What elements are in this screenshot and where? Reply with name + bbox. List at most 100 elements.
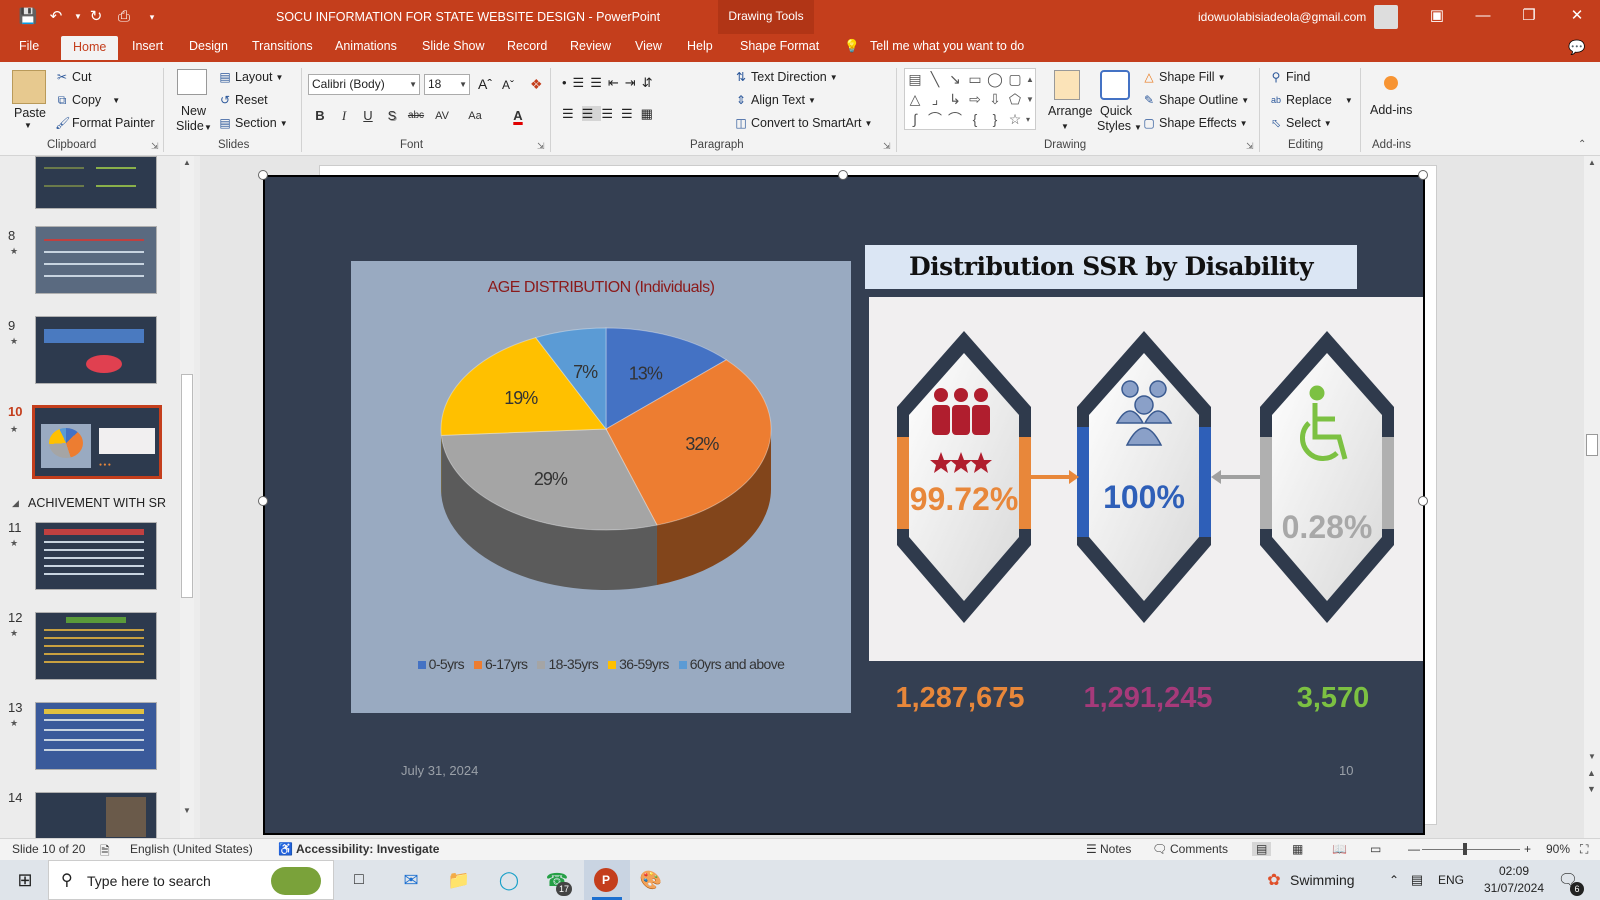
- slide-thumbnail-10-selected[interactable]: ● ● ●: [32, 405, 162, 479]
- accessibility-icon[interactable]: ♿: [278, 842, 293, 856]
- shapes-gallery[interactable]: ▤ ╲ ↘ ▭ ◯ ▢ △ ⌟ ↳ ⇨ ⇩ ⬠ ∫ ⌒ ⌒{} ☆: [904, 68, 1036, 130]
- normal-view-icon[interactable]: ▤: [1252, 842, 1272, 856]
- slide-thumbnail-9[interactable]: [35, 316, 157, 384]
- font-family-combo[interactable]: Calibri (Body) ▼: [308, 74, 420, 95]
- align-right-icon[interactable]: ☰: [601, 106, 621, 121]
- shapes-gallery-scroll[interactable]: ▲ ▼ ▾: [1026, 70, 1034, 130]
- columns-icon[interactable]: ▦: [641, 106, 661, 121]
- resize-handle-tl[interactable]: [258, 170, 268, 180]
- clock-date[interactable]: 31/07/2024: [1480, 881, 1548, 895]
- section-header[interactable]: ACHIVEMENT WITH SR: [28, 496, 166, 510]
- chart-area[interactable]: AGE DISTRIBUTION (Individuals) 13% 32% 29%…: [351, 261, 851, 713]
- slideshow-view-icon[interactable]: ▭: [1370, 842, 1381, 856]
- task-view-icon[interactable]: □: [346, 860, 372, 900]
- format-painter-button[interactable]: 🖌 Format Painter: [55, 113, 155, 133]
- new-slide-button-line2[interactable]: Slide: [176, 119, 204, 133]
- paste-icon[interactable]: [12, 70, 46, 104]
- comments-button[interactable]: Comments: [1170, 842, 1228, 856]
- align-left-icon[interactable]: ☰: [562, 106, 582, 121]
- bullets-icon[interactable]: •☰: [562, 75, 590, 90]
- bold-button[interactable]: B: [310, 106, 330, 126]
- clipboard-launcher-icon[interactable]: ⇲: [151, 141, 159, 152]
- right-brace-icon[interactable]: }: [985, 109, 1005, 129]
- ssr-panel[interactable]: 99.72% 100% 0.28%: [869, 297, 1423, 661]
- notes-button[interactable]: Notes: [1100, 842, 1131, 856]
- rectangle-shape-icon[interactable]: ▭: [965, 69, 985, 89]
- next-slide-icon[interactable]: ▼: [1587, 784, 1596, 794]
- redo-icon[interactable]: ↻: [86, 7, 106, 27]
- cut-button[interactable]: ✂ Cut: [55, 67, 91, 87]
- undo-icon[interactable]: ↶: [46, 7, 66, 27]
- shape-effects-button[interactable]: ▢ Shape Effects ▼: [1142, 113, 1247, 133]
- tab-help[interactable]: Help: [687, 39, 713, 53]
- oval-shape-icon[interactable]: ◯: [985, 69, 1005, 89]
- section-button[interactable]: ▤ Section ▼: [218, 113, 287, 133]
- resize-handle-ml[interactable]: [258, 496, 268, 506]
- underline-button[interactable]: U: [358, 106, 378, 126]
- right-arrow-shape-icon[interactable]: ⇨: [965, 89, 985, 109]
- select-button[interactable]: ⬁ Select ▼: [1269, 113, 1332, 133]
- scroll-up-icon[interactable]: ▲: [183, 158, 191, 167]
- shadow-button[interactable]: S: [382, 106, 402, 126]
- undo-dropdown-icon[interactable]: ▼: [68, 7, 88, 27]
- pie-chart[interactable]: 13% 32% 29% 19% 7%: [351, 261, 851, 713]
- thumbnail-scrollbar[interactable]: ▲ ▼: [180, 156, 194, 838]
- arrange-button[interactable]: Arrange: [1048, 104, 1092, 118]
- slide-sorter-icon[interactable]: ▦: [1292, 842, 1303, 856]
- editor-scroll-thumb[interactable]: [1586, 434, 1598, 456]
- change-case-button[interactable]: Aa: [462, 106, 488, 126]
- zoom-slider-thumb[interactable]: [1463, 843, 1467, 855]
- pentagon-shape-icon[interactable]: ⬠: [1005, 89, 1025, 109]
- drawing-launcher-icon[interactable]: ⇲: [1246, 141, 1254, 152]
- increase-indent-icon[interactable]: ⇥: [625, 75, 642, 90]
- previous-slide-icon[interactable]: ▲: [1587, 768, 1596, 778]
- notes-icon[interactable]: ☰: [1086, 842, 1097, 856]
- font-launcher-icon[interactable]: ⇲: [537, 141, 545, 152]
- tab-shape-format[interactable]: Shape Format: [740, 39, 819, 53]
- mail-icon[interactable]: ✉: [396, 860, 426, 900]
- zoom-in-icon[interactable]: +: [1524, 842, 1531, 856]
- alignment-buttons[interactable]: ☰☰☰☰▦: [562, 106, 661, 122]
- character-spacing-icon[interactable]: AV: [432, 106, 452, 126]
- paste-button[interactable]: Paste: [14, 106, 46, 120]
- customize-qat-icon[interactable]: ▾: [142, 7, 162, 27]
- smartart-button[interactable]: ◫ Convert to SmartArt ▼: [734, 113, 872, 133]
- slide-thumbnail-11[interactable]: [35, 522, 157, 590]
- tab-home[interactable]: Home: [61, 36, 119, 60]
- replace-button[interactable]: ab Replace ▼: [1269, 90, 1353, 110]
- numbering-icon[interactable]: ☰: [590, 75, 608, 90]
- comments-status-icon[interactable]: 🗨: [1152, 842, 1167, 856]
- quick-styles-icon[interactable]: [1100, 70, 1130, 100]
- account-email[interactable]: idowuolabisiadeola@gmail.com: [1198, 10, 1366, 24]
- justify-icon[interactable]: ☰: [621, 106, 641, 121]
- accessibility-status[interactable]: Accessibility: Investigate: [296, 842, 439, 856]
- arrow-shape-icon[interactable]: ↘: [945, 69, 965, 89]
- rounded-rect-shape-icon[interactable]: ▢: [1005, 69, 1025, 89]
- font-size-combo[interactable]: 18 ▼: [424, 74, 470, 95]
- new-slide-icon[interactable]: [177, 69, 207, 95]
- line-spacing-icon[interactable]: ⇵: [642, 75, 659, 90]
- copy-button[interactable]: ⧉ Copy ▼: [55, 90, 120, 110]
- zoom-level[interactable]: 90%: [1546, 842, 1570, 856]
- shape-outline-button[interactable]: ✎ Shape Outline ▼: [1142, 90, 1249, 110]
- windows-start-icon[interactable]: ⊞: [12, 860, 38, 900]
- tab-animations[interactable]: Animations: [335, 39, 397, 53]
- resize-handle-tr[interactable]: [1418, 170, 1428, 180]
- add-ins-icon[interactable]: [1384, 76, 1398, 90]
- ribbon-display-options-icon[interactable]: ▣: [1414, 0, 1460, 34]
- left-brace-icon[interactable]: {: [965, 109, 985, 129]
- edge-icon[interactable]: ◯: [494, 860, 524, 900]
- editor-scrollbar[interactable]: ▲ ▼ ▲ ▼: [1584, 156, 1600, 838]
- new-slide-button[interactable]: New: [181, 104, 206, 118]
- list-buttons[interactable]: •☰☰⇤⇥⇵: [562, 75, 659, 91]
- slide[interactable]: AGE DISTRIBUTION (Individuals) 13% 32% 29%…: [263, 175, 1425, 835]
- quick-styles-button-line2[interactable]: Styles: [1097, 119, 1131, 133]
- find-button[interactable]: ⚲ Find: [1269, 67, 1311, 87]
- tab-design[interactable]: Design: [189, 39, 228, 53]
- slide-thumbnail-14[interactable]: [35, 792, 157, 838]
- tab-record[interactable]: Record: [507, 39, 547, 53]
- zoom-slider[interactable]: [1422, 849, 1520, 850]
- close-icon[interactable]: ✕: [1554, 0, 1600, 34]
- shape-fill-button[interactable]: △ Shape Fill ▼: [1142, 67, 1225, 87]
- reading-view-icon[interactable]: 📖: [1332, 842, 1347, 856]
